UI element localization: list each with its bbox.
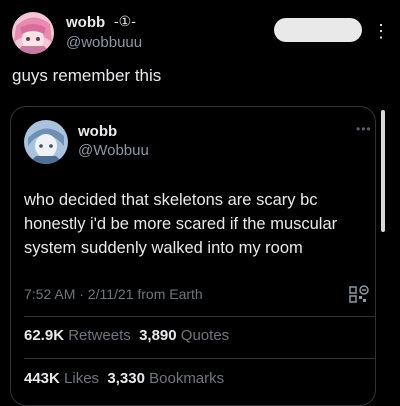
outer-display-name[interactable]: wobb	[66, 14, 105, 31]
outer-tweet-text: guys remember this	[12, 66, 162, 85]
divider	[24, 358, 376, 359]
quoted-handle[interactable]: @Wobbuu	[78, 142, 149, 159]
likes-count[interactable]: 443K	[24, 370, 60, 387]
outer-avatar[interactable]	[12, 12, 54, 54]
outer-handle[interactable]: @wobbuuu	[66, 34, 142, 51]
stats-row-retweets: 62.9K Retweets 3,890 Quotes	[24, 327, 229, 344]
retweets-label[interactable]: Retweets	[68, 327, 131, 344]
more-horizontal-icon[interactable]: •••	[356, 122, 372, 136]
tweet-timestamp[interactable]: 7:52 AM · 2/11/21 from Earth	[24, 286, 203, 302]
retweets-count[interactable]: 62.9K	[24, 327, 64, 344]
stats-row-likes: 443K Likes 3,330 Bookmarks	[24, 370, 224, 387]
quoted-tweet-text: who decided that skeletons are scary bc …	[24, 191, 338, 257]
divider	[24, 316, 376, 317]
scrollbar[interactable]	[381, 110, 385, 232]
redacted-block	[274, 18, 362, 42]
quotes-count[interactable]: 3,890	[139, 327, 177, 344]
more-vertical-icon[interactable]: ⋮	[372, 20, 390, 42]
qr-code-icon[interactable]	[349, 284, 369, 304]
likes-label[interactable]: Likes	[64, 370, 99, 387]
bookmarks-label[interactable]: Bookmarks	[149, 370, 224, 387]
quoted-avatar[interactable]	[24, 120, 68, 164]
name-decoration: -①-	[114, 13, 136, 29]
quoted-display-name[interactable]: wobb	[78, 123, 117, 140]
quotes-label[interactable]: Quotes	[181, 327, 229, 344]
bookmarks-count[interactable]: 3,330	[107, 370, 145, 387]
